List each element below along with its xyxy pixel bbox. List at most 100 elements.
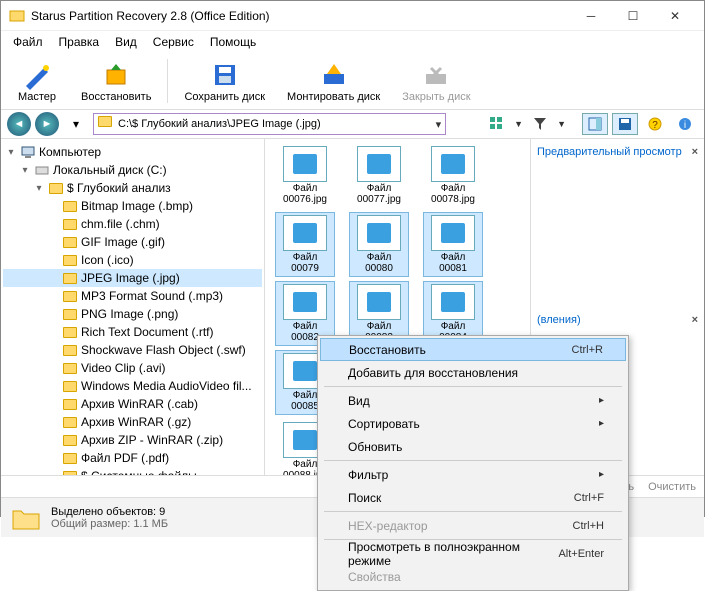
recover-button[interactable]: Восстановить [73,57,159,105]
nav-back-button[interactable]: ◄ [7,112,31,136]
file-item[interactable]: Файл00079 [275,212,335,277]
tree-root[interactable]: ▾ Компьютер [3,143,262,161]
address-bar: ◄ ► ▾ C:\$ Глубокий анализ\JPEG Image (.… [1,109,704,139]
menu-file[interactable]: Файл [5,33,51,51]
folder-tree[interactable]: ▾ Компьютер ▾ Локальный диск (C:) ▾ $ Гл… [1,139,265,475]
tree-item[interactable]: JPEG Image (.jpg) [3,269,262,287]
savedisk-button[interactable]: Сохранить диск [176,57,273,105]
folder-icon [62,270,78,286]
folder-icon [11,505,41,531]
window-title: Starus Partition Recovery 2.8 (Office Ed… [31,9,570,23]
tree-item[interactable]: $ Системные файлы [3,467,262,475]
filter-button[interactable] [527,113,553,135]
file-thumbnail [283,284,327,320]
ctx-recover[interactable]: Восстановить Ctrl+R [320,338,626,361]
ctx-filter[interactable]: Фильтр▸ [320,463,626,486]
save-disk-icon [209,59,241,91]
file-thumbnail [431,146,475,182]
tree-item[interactable]: Rich Text Document (.rtf) [3,323,262,341]
menu-service[interactable]: Сервис [145,33,202,51]
content-area: ▾ Компьютер ▾ Локальный диск (C:) ▾ $ Гл… [1,139,704,475]
folder-icon [62,414,78,430]
tree-deep-analysis[interactable]: ▾ $ Глубокий анализ [3,179,262,197]
drive-icon [34,162,50,178]
nav-forward-button[interactable]: ► [35,112,59,136]
tree-item[interactable]: Icon (.ico) [3,251,262,269]
info-button[interactable]: i [672,113,698,135]
chevron-down-icon[interactable]: ▾ [436,118,442,131]
mountdisk-button[interactable]: Монтировать диск [279,57,388,105]
ctx-add-for-recovery[interactable]: Добавить для восстановления [320,361,626,384]
tree-item[interactable]: Архив ZIP - WinRAR (.zip) [3,431,262,449]
close-disk-icon [420,59,452,91]
action-clear[interactable]: Очистить [648,481,696,493]
folder-icon [62,198,78,214]
menu-edit[interactable]: Правка [51,33,108,51]
tree-item[interactable]: Файл PDF (.pdf) [3,449,262,467]
file-item[interactable]: Файл00081 [423,212,483,277]
folder-icon [62,450,78,466]
folder-icon [62,234,78,250]
file-item[interactable]: Файл00078.jpg [423,143,483,208]
close-button[interactable]: ✕ [654,2,696,30]
tree-item[interactable]: Архив WinRAR (.gz) [3,413,262,431]
file-thumbnail [357,215,401,251]
preview-panel2-close[interactable]: × [692,314,698,326]
file-item[interactable]: Файл00077.jpg [349,143,409,208]
file-thumbnail [431,215,475,251]
tree-item[interactable]: MP3 Format Sound (.mp3) [3,287,262,305]
tree-item[interactable]: Архив WinRAR (.cab) [3,395,262,413]
status-selected: Выделено объектов: 9 [51,506,168,518]
folder-icon [62,252,78,268]
file-thumbnail [431,284,475,320]
ctx-sort[interactable]: Сортировать▸ [320,412,626,435]
ctx-refresh[interactable]: Обновить [320,435,626,458]
address-input[interactable]: C:\$ Глубокий анализ\JPEG Image (.jpg) ▾ [93,113,446,135]
maximize-button[interactable]: ☐ [612,2,654,30]
folder-icon [62,342,78,358]
ctx-view[interactable]: Вид▸ [320,389,626,412]
tree-item[interactable]: Windows Media AudioVideo fil... [3,377,262,395]
tree-item[interactable]: chm.file (.chm) [3,215,262,233]
mount-disk-icon [318,59,350,91]
nav-dropdown[interactable]: ▾ [63,113,89,135]
save-session-button[interactable] [612,113,638,135]
ctx-hex: HEX-редакторCtrl+H [320,514,626,537]
tree-item[interactable]: Shockwave Flash Object (.swf) [3,341,262,359]
tree-item[interactable]: PNG Image (.png) [3,305,262,323]
computer-icon [20,144,36,160]
menu-help[interactable]: Помощь [202,33,264,51]
toolbar-separator [167,59,168,103]
ctx-fullscreen[interactable]: Просмотреть в полноэкранном режимеAlt+En… [320,542,626,565]
main-toolbar: Мастер Восстановить Сохранить диск Монти… [1,53,704,109]
svg-text:?: ? [652,120,658,131]
tree-item[interactable]: Video Clip (.avi) [3,359,262,377]
minimize-button[interactable]: ─ [570,2,612,30]
view-dropdown[interactable]: ▼ [514,119,523,129]
preview-toggle[interactable] [582,113,608,135]
folder-icon [62,396,78,412]
tree-drive[interactable]: ▾ Локальный диск (C:) [3,161,262,179]
folder-icon [62,216,78,232]
folder-icon [62,360,78,376]
file-item[interactable]: Файл00080 [349,212,409,277]
file-thumbnail [283,146,327,182]
preview-title: Предварительный просмотр [537,146,682,158]
context-menu: Восстановить Ctrl+R Добавить для восстан… [317,335,629,591]
closedisk-button: Закрыть диск [394,57,478,105]
folder-icon [62,432,78,448]
wizard-button[interactable]: Мастер [7,57,67,105]
menu-view[interactable]: Вид [107,33,145,51]
tree-item[interactable]: GIF Image (.gif) [3,233,262,251]
address-path: C:\$ Глубокий анализ\JPEG Image (.jpg) [118,118,321,130]
titlebar: Starus Partition Recovery 2.8 (Office Ed… [1,1,704,31]
filter-dropdown[interactable]: ▼ [557,119,566,129]
file-thumbnail [357,284,401,320]
tree-item[interactable]: Bitmap Image (.bmp) [3,197,262,215]
ctx-properties: Свойства [320,565,626,588]
file-item[interactable]: Файл00076.jpg [275,143,335,208]
view-mode-button[interactable] [484,113,510,135]
ctx-find[interactable]: ПоискCtrl+F [320,486,626,509]
help-button[interactable]: ? [642,113,668,135]
preview-close[interactable]: × [692,146,698,158]
